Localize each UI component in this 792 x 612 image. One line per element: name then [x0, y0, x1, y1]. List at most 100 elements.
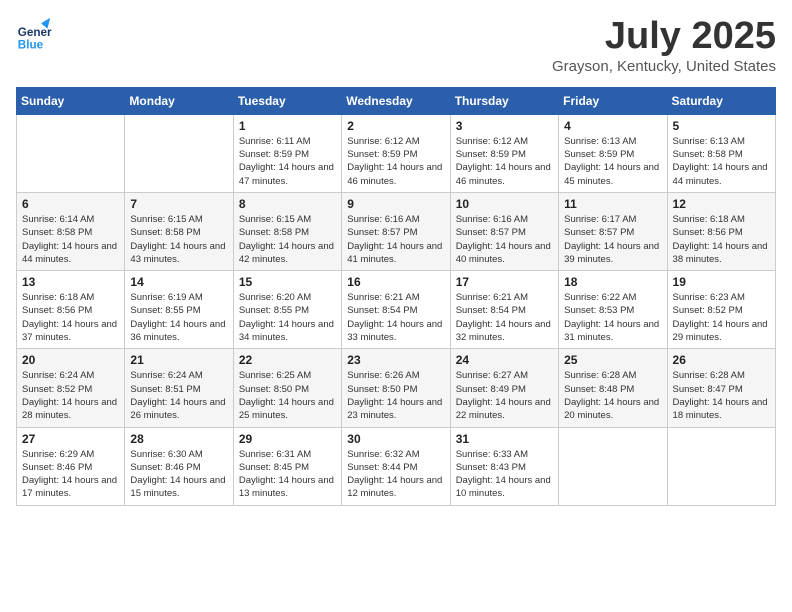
day-number: 30	[347, 432, 444, 446]
day-number: 26	[673, 353, 770, 367]
calendar-cell: 15 Sunrise: 6:20 AM Sunset: 8:55 PM Dayli…	[233, 271, 341, 349]
day-info: Sunrise: 6:21 AM Sunset: 8:54 PM Dayligh…	[347, 291, 444, 344]
day-number: 16	[347, 275, 444, 289]
calendar-cell: 19Sunrise: 6:23 AM Sunset: 8:52 PM Dayli…	[667, 271, 775, 349]
day-number: 1	[239, 119, 336, 133]
col-saturday: Saturday	[667, 87, 775, 114]
calendar-week-5: 27 Sunrise: 6:29 AM Sunset: 8:46 PM Dayli…	[17, 427, 776, 505]
calendar-cell: 24 Sunrise: 6:27 AM Sunset: 8:49 PM Dayli…	[450, 349, 558, 427]
day-number: 27	[22, 432, 119, 446]
calendar-cell: 16 Sunrise: 6:21 AM Sunset: 8:54 PM Dayli…	[342, 271, 450, 349]
day-number: 11	[564, 197, 661, 211]
day-info: Sunrise: 6:21 AM Sunset: 8:54 PM Dayligh…	[456, 291, 553, 344]
day-number: 6	[22, 197, 119, 211]
calendar-cell: 25 Sunrise: 6:28 AM Sunset: 8:48 PM Dayli…	[559, 349, 667, 427]
calendar-week-4: 20 Sunrise: 6:24 AM Sunset: 8:52 PM Dayli…	[17, 349, 776, 427]
calendar-cell: 21Sunrise: 6:24 AM Sunset: 8:51 PM Dayli…	[125, 349, 233, 427]
day-info: Sunrise: 6:11 AM Sunset: 8:59 PM Dayligh…	[239, 135, 336, 188]
col-sunday: Sunday	[17, 87, 125, 114]
day-info: Sunrise: 6:27 AM Sunset: 8:49 PM Dayligh…	[456, 369, 553, 422]
calendar-cell: 6 Sunrise: 6:14 AM Sunset: 8:58 PM Daylig…	[17, 192, 125, 270]
day-info: Sunrise: 6:16 AM Sunset: 8:57 PM Dayligh…	[456, 213, 553, 266]
day-number: 7	[130, 197, 227, 211]
day-number: 2	[347, 119, 444, 133]
calendar-cell: 4 Sunrise: 6:13 AM Sunset: 8:59 PM Daylig…	[559, 114, 667, 192]
calendar-cell: 30 Sunrise: 6:32 AM Sunset: 8:44 PM Dayli…	[342, 427, 450, 505]
calendar-table: Sunday Monday Tuesday Wednesday Thursday…	[16, 87, 776, 506]
svg-text:Blue: Blue	[18, 38, 44, 51]
day-info: Sunrise: 6:15 AM Sunset: 8:58 PM Dayligh…	[239, 213, 336, 266]
day-info: Sunrise: 6:13 AM Sunset: 8:58 PM Dayligh…	[673, 135, 770, 188]
day-number: 15	[239, 275, 336, 289]
day-number: 28	[130, 432, 227, 446]
location: Grayson, Kentucky, United States	[552, 58, 776, 75]
calendar-cell: 10 Sunrise: 6:16 AM Sunset: 8:57 PM Dayli…	[450, 192, 558, 270]
day-info: Sunrise: 6:14 AM Sunset: 8:58 PM Dayligh…	[22, 213, 119, 266]
calendar-cell: 29 Sunrise: 6:31 AM Sunset: 8:45 PM Dayli…	[233, 427, 341, 505]
day-number: 23	[347, 353, 444, 367]
day-info: Sunrise: 6:22 AM Sunset: 8:53 PM Dayligh…	[564, 291, 661, 344]
calendar-cell	[125, 114, 233, 192]
col-wednesday: Wednesday	[342, 87, 450, 114]
calendar-cell: 31 Sunrise: 6:33 AM Sunset: 8:43 PM Dayli…	[450, 427, 558, 505]
calendar-week-3: 13Sunrise: 6:18 AM Sunset: 8:56 PM Dayli…	[17, 271, 776, 349]
calendar-cell: 8 Sunrise: 6:15 AM Sunset: 8:58 PM Daylig…	[233, 192, 341, 270]
calendar-cell: 13Sunrise: 6:18 AM Sunset: 8:56 PM Dayli…	[17, 271, 125, 349]
day-info: Sunrise: 6:17 AM Sunset: 8:57 PM Dayligh…	[564, 213, 661, 266]
day-info: Sunrise: 6:13 AM Sunset: 8:59 PM Dayligh…	[564, 135, 661, 188]
day-number: 31	[456, 432, 553, 446]
calendar-cell	[667, 427, 775, 505]
day-info: Sunrise: 6:18 AM Sunset: 8:56 PM Dayligh…	[673, 213, 770, 266]
day-number: 20	[22, 353, 119, 367]
day-info: Sunrise: 6:20 AM Sunset: 8:55 PM Dayligh…	[239, 291, 336, 344]
day-number: 24	[456, 353, 553, 367]
day-number: 13	[22, 275, 119, 289]
title-block: July 2025 Grayson, Kentucky, United Stat…	[552, 16, 776, 75]
calendar-cell: 20 Sunrise: 6:24 AM Sunset: 8:52 PM Dayli…	[17, 349, 125, 427]
calendar-cell: 5 Sunrise: 6:13 AM Sunset: 8:58 PM Daylig…	[667, 114, 775, 192]
calendar-cell	[559, 427, 667, 505]
col-monday: Monday	[125, 87, 233, 114]
day-number: 3	[456, 119, 553, 133]
col-thursday: Thursday	[450, 87, 558, 114]
day-number: 18	[564, 275, 661, 289]
calendar-cell: 17 Sunrise: 6:21 AM Sunset: 8:54 PM Dayli…	[450, 271, 558, 349]
calendar-cell: 12Sunrise: 6:18 AM Sunset: 8:56 PM Dayli…	[667, 192, 775, 270]
page-header: General Blue July 2025 Grayson, Kentucky…	[16, 16, 776, 75]
day-info: Sunrise: 6:33 AM Sunset: 8:43 PM Dayligh…	[456, 448, 553, 501]
calendar-cell: 14Sunrise: 6:19 AM Sunset: 8:55 PM Dayli…	[125, 271, 233, 349]
day-info: Sunrise: 6:12 AM Sunset: 8:59 PM Dayligh…	[347, 135, 444, 188]
calendar-week-2: 6 Sunrise: 6:14 AM Sunset: 8:58 PM Daylig…	[17, 192, 776, 270]
day-number: 29	[239, 432, 336, 446]
day-number: 10	[456, 197, 553, 211]
calendar-week-1: 1 Sunrise: 6:11 AM Sunset: 8:59 PM Daylig…	[17, 114, 776, 192]
col-friday: Friday	[559, 87, 667, 114]
day-number: 8	[239, 197, 336, 211]
day-number: 17	[456, 275, 553, 289]
day-info: Sunrise: 6:28 AM Sunset: 8:47 PM Dayligh…	[673, 369, 770, 422]
calendar-cell	[17, 114, 125, 192]
month-title: July 2025	[552, 16, 776, 58]
day-info: Sunrise: 6:26 AM Sunset: 8:50 PM Dayligh…	[347, 369, 444, 422]
day-info: Sunrise: 6:32 AM Sunset: 8:44 PM Dayligh…	[347, 448, 444, 501]
day-info: Sunrise: 6:15 AM Sunset: 8:58 PM Dayligh…	[130, 213, 227, 266]
day-info: Sunrise: 6:12 AM Sunset: 8:59 PM Dayligh…	[456, 135, 553, 188]
day-number: 25	[564, 353, 661, 367]
day-info: Sunrise: 6:16 AM Sunset: 8:57 PM Dayligh…	[347, 213, 444, 266]
logo-icon: General Blue	[16, 16, 52, 52]
day-number: 14	[130, 275, 227, 289]
day-info: Sunrise: 6:23 AM Sunset: 8:52 PM Dayligh…	[673, 291, 770, 344]
day-number: 5	[673, 119, 770, 133]
calendar-cell: 11 Sunrise: 6:17 AM Sunset: 8:57 PM Dayli…	[559, 192, 667, 270]
calendar-cell: 22Sunrise: 6:25 AM Sunset: 8:50 PM Dayli…	[233, 349, 341, 427]
day-info: Sunrise: 6:28 AM Sunset: 8:48 PM Dayligh…	[564, 369, 661, 422]
day-info: Sunrise: 6:29 AM Sunset: 8:46 PM Dayligh…	[22, 448, 119, 501]
day-info: Sunrise: 6:31 AM Sunset: 8:45 PM Dayligh…	[239, 448, 336, 501]
calendar-cell: 1 Sunrise: 6:11 AM Sunset: 8:59 PM Daylig…	[233, 114, 341, 192]
day-number: 4	[564, 119, 661, 133]
calendar-cell: 9Sunrise: 6:16 AM Sunset: 8:57 PM Daylig…	[342, 192, 450, 270]
day-info: Sunrise: 6:24 AM Sunset: 8:52 PM Dayligh…	[22, 369, 119, 422]
calendar-cell: 28Sunrise: 6:30 AM Sunset: 8:46 PM Dayli…	[125, 427, 233, 505]
calendar-cell: 26 Sunrise: 6:28 AM Sunset: 8:47 PM Dayli…	[667, 349, 775, 427]
day-info: Sunrise: 6:24 AM Sunset: 8:51 PM Dayligh…	[130, 369, 227, 422]
